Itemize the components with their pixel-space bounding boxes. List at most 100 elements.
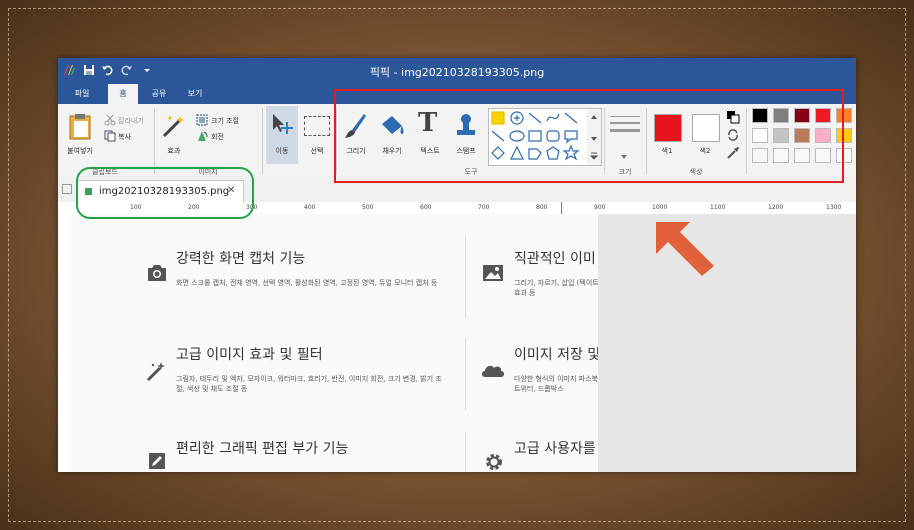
ruler-tick-label: 1300	[826, 204, 842, 211]
magic-wand-icon	[146, 362, 165, 382]
ruler-tick-label: 1100	[710, 204, 726, 211]
empty-color-swatch[interactable]	[794, 148, 810, 163]
cloud-icon	[482, 365, 504, 377]
pencil-icon	[149, 453, 165, 469]
ruler-tick-label: 400	[304, 204, 316, 211]
empty-color-swatch[interactable]	[815, 148, 831, 163]
size-dropdown-icon[interactable]	[620, 154, 628, 160]
stamp-icon[interactable]	[454, 112, 478, 140]
text-label[interactable]: 텍스트	[414, 146, 446, 156]
color2-swatch[interactable]	[692, 114, 720, 142]
text-tool-icon[interactable]: T	[418, 108, 437, 138]
feature-divider	[465, 432, 466, 472]
tab-view[interactable]: 보기	[180, 84, 210, 104]
color-swatch[interactable]	[794, 128, 810, 143]
line-size-icon[interactable]	[610, 114, 640, 138]
tab-home[interactable]: 홈	[108, 84, 138, 104]
rotate-label[interactable]: 회전	[211, 132, 224, 142]
empty-color-swatch[interactable]	[752, 148, 768, 163]
document-tab-bar: img20210328193305.png ✕	[58, 176, 856, 203]
shapes-icon[interactable]	[489, 109, 601, 165]
select-label[interactable]: 선택	[302, 146, 332, 156]
image-file-icon	[85, 188, 92, 195]
ribbon-separator	[262, 108, 263, 174]
app-window: 픽픽 - img20210328193305.png 파일 홈 공유 보기 붙여…	[58, 58, 856, 472]
feature-title: 고급 이미지 효과 및 필터	[176, 347, 323, 363]
scissors-icon[interactable]	[104, 114, 116, 126]
feature-title: 고급 사용자를	[514, 441, 596, 457]
document-tab[interactable]: img20210328193305.png ✕	[76, 180, 244, 203]
feature-description: 그림자, 테두리 및 액자, 모자이크, 워터마크, 흐리기, 반전, 이미지 …	[176, 375, 442, 393]
image-icon	[483, 265, 503, 281]
default-colors-icon[interactable]	[726, 110, 740, 124]
magic-wand-icon[interactable]	[160, 112, 188, 140]
camera-icon	[148, 265, 166, 281]
ruler-tick-label: 1000	[652, 204, 668, 211]
panel-toggle-icon[interactable]	[62, 184, 72, 194]
tab-share[interactable]: 공유	[144, 84, 174, 104]
eyedropper-icon[interactable]	[726, 146, 740, 160]
color-swatch[interactable]	[836, 128, 852, 143]
canvas-image: 강력한 화면 캡처 기능 화면 스크롤 캡처, 전체 영역, 선택 영역, 활성…	[68, 214, 598, 472]
ruler-tick-label: 800	[536, 204, 548, 211]
menu-tab-row: 파일 홈 공유 보기	[58, 84, 856, 104]
rotate-icon[interactable]	[196, 130, 208, 142]
fill-label[interactable]: 채우기	[376, 146, 408, 156]
feature-description: 다양한 형식의 이미지 파스북, 트위터, 드롭박스	[514, 375, 598, 393]
fill-bucket-icon[interactable]	[378, 112, 406, 140]
ruler-tick-label: 600	[420, 204, 432, 211]
swap-colors-icon[interactable]	[726, 128, 740, 142]
paste-icon[interactable]	[68, 112, 92, 140]
ribbon-separator	[154, 108, 155, 174]
close-tab-icon[interactable]: ✕	[227, 185, 235, 196]
cut-label[interactable]: 잘라내기	[118, 116, 144, 126]
ruler-cursor-marker	[561, 202, 562, 214]
tab-file[interactable]: 파일	[66, 84, 98, 104]
select-tool-icon[interactable]	[304, 116, 330, 136]
move-label: 이동	[275, 147, 289, 155]
feature-divider	[465, 236, 466, 318]
ruler-tick-label: 200	[188, 204, 200, 211]
color-swatch[interactable]	[794, 108, 810, 123]
ruler-tick-label: 1200	[768, 204, 784, 211]
title-bar: 픽픽 - img20210328193305.png	[58, 58, 856, 84]
color2-label[interactable]: 색2	[690, 146, 720, 156]
feature-title: 직관적인 이미	[514, 251, 596, 267]
resize-label[interactable]: 크기 조절	[211, 116, 239, 126]
ruler-tick-label: 500	[362, 204, 374, 211]
image-canvas[interactable]: 강력한 화면 캡처 기능 화면 스크롤 캡처, 전체 영역, 선택 영역, 활성…	[68, 214, 856, 472]
feature-title: 강력한 화면 캡처 기능	[176, 251, 306, 267]
move-arrow-icon	[273, 114, 293, 134]
shapes-gallery[interactable]	[488, 108, 602, 166]
color1-label[interactable]: 색1	[652, 146, 682, 156]
move-tool-button[interactable]: 이동	[266, 106, 298, 164]
color-swatch[interactable]	[773, 128, 789, 143]
color-swatch[interactable]	[836, 108, 852, 123]
pointer-arrow-icon	[656, 222, 714, 276]
gear-icon	[486, 454, 502, 470]
draw-label[interactable]: 그리기	[340, 146, 372, 156]
feature-title: 편리한 그래픽 편집 부가 기능	[176, 441, 349, 457]
effects-label[interactable]: 효과	[158, 146, 190, 156]
color1-swatch[interactable]	[654, 114, 682, 142]
color-swatch[interactable]	[815, 108, 831, 123]
ribbon-separator	[336, 108, 337, 174]
feature-description: 그리기, 자르기, 삽입 (텍이트 효과 등	[514, 279, 598, 297]
paste-label[interactable]: 붙여넣기	[60, 146, 100, 156]
copy-icon[interactable]	[104, 130, 116, 142]
brush-icon[interactable]	[342, 112, 368, 140]
feature-divider	[465, 338, 466, 410]
color-swatch[interactable]	[773, 108, 789, 123]
ruler-tick-label: 700	[478, 204, 490, 211]
empty-color-swatch[interactable]	[773, 148, 789, 163]
document-tab-filename: img20210328193305.png	[99, 186, 230, 197]
color-swatch[interactable]	[815, 128, 831, 143]
resize-icon[interactable]	[196, 114, 208, 126]
color-swatch[interactable]	[752, 108, 768, 123]
ribbon-separator	[746, 108, 747, 174]
empty-color-swatch[interactable]	[836, 148, 852, 163]
copy-label[interactable]: 복사	[118, 132, 131, 142]
feature-title: 이미지 저장 및	[514, 347, 598, 363]
color-swatch[interactable]	[752, 128, 768, 143]
stamp-label[interactable]: 스탬프	[450, 146, 482, 156]
